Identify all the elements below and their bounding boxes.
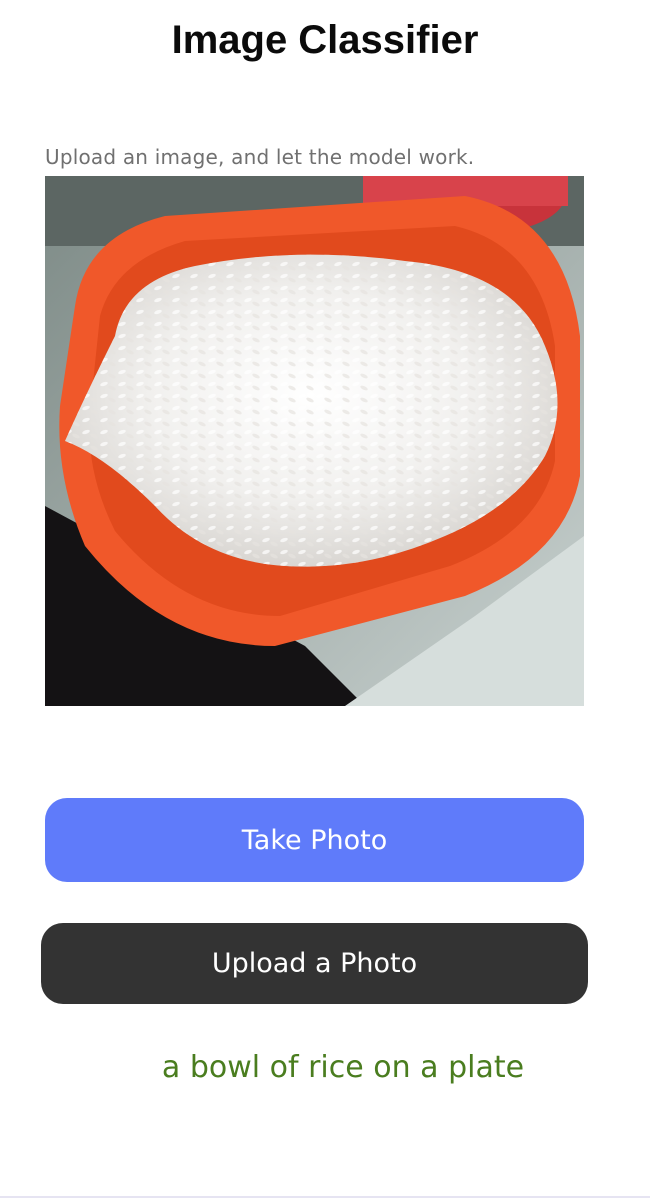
take-photo-label: Take Photo	[241, 824, 388, 856]
upload-photo-button[interactable]: Upload a Photo	[41, 923, 588, 1004]
upload-photo-label: Upload a Photo	[211, 948, 418, 979]
page-title: Image Classifier	[171, 18, 479, 62]
classification-result: a bowl of rice on a plate	[161, 1050, 525, 1085]
photo-rice-plate-icon	[45, 176, 584, 706]
upload-instructions: Upload an image, and let the model work.	[45, 145, 475, 169]
take-photo-button[interactable]: Take Photo	[45, 798, 584, 882]
image-preview	[45, 176, 584, 706]
bottom-divider	[0, 1196, 650, 1198]
